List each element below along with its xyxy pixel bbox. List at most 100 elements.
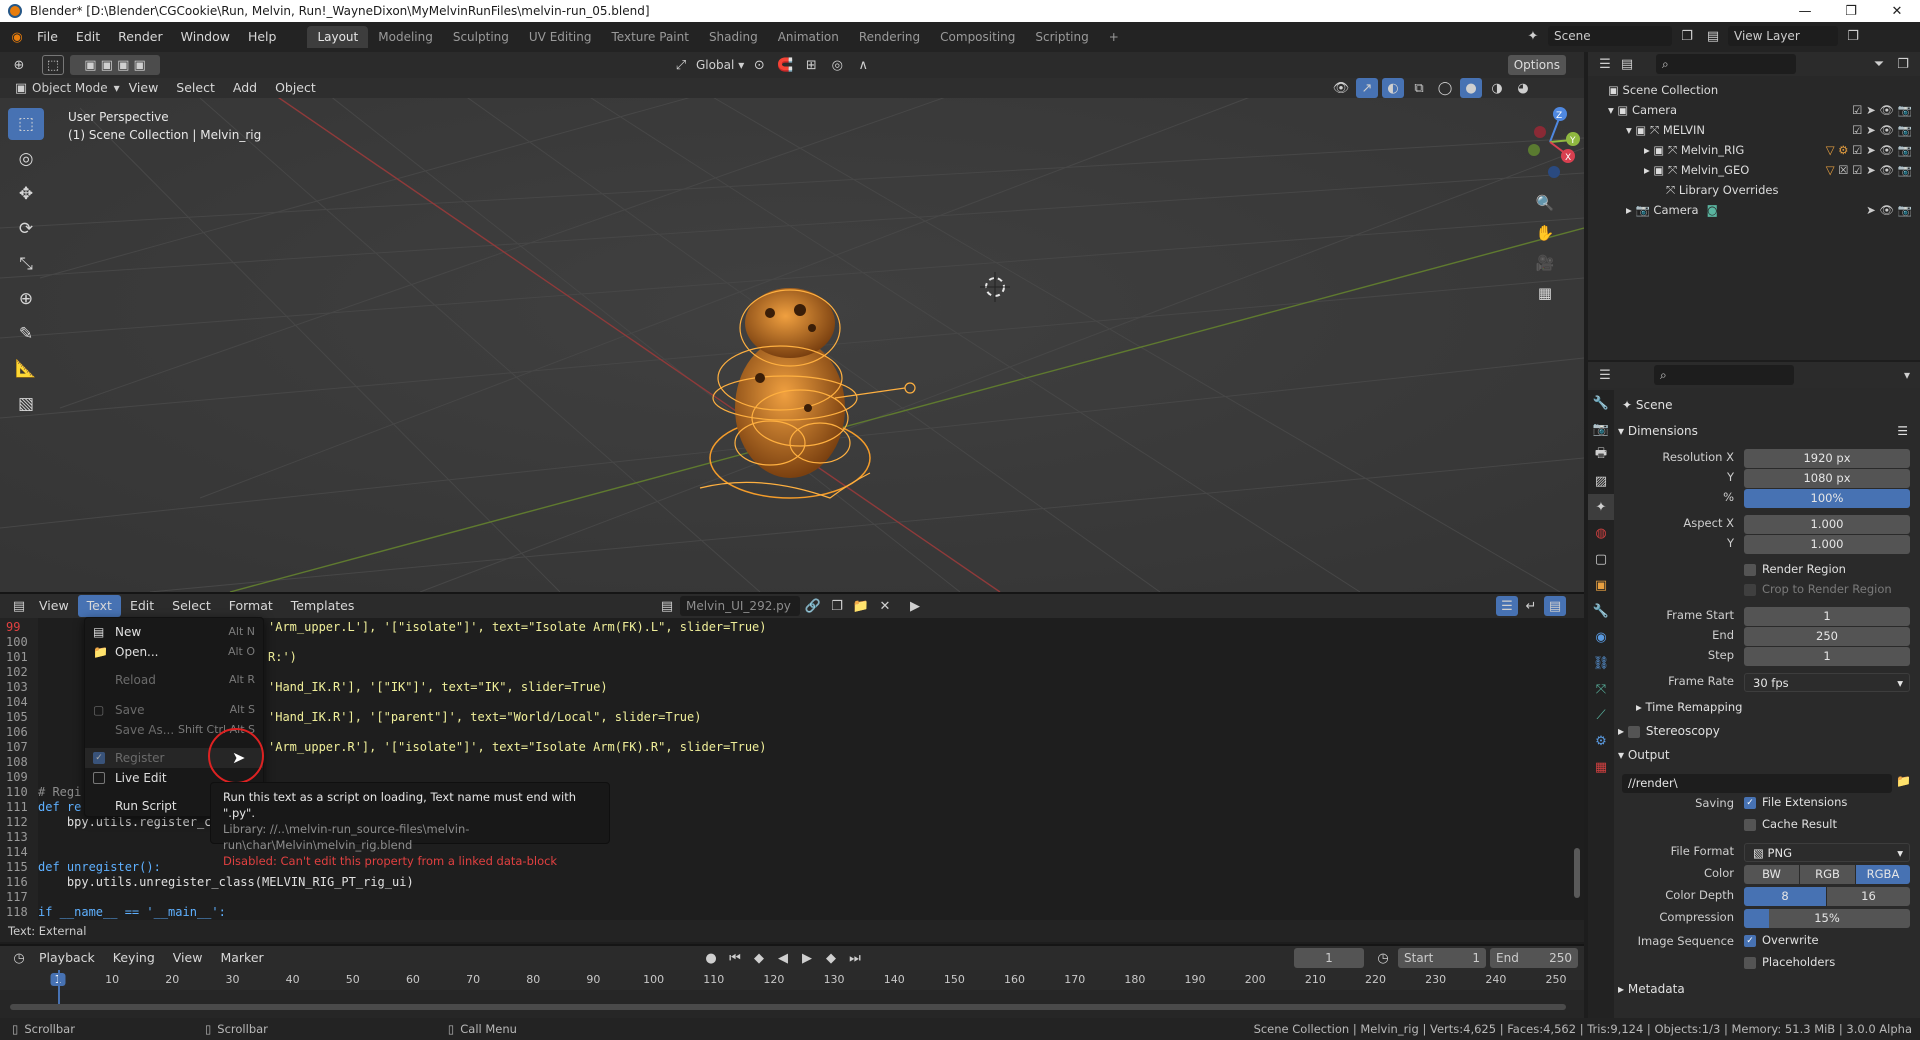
measure-tool-icon[interactable]: 📐 bbox=[8, 353, 44, 385]
properties-editor-icon[interactable]: ☰ bbox=[1594, 365, 1616, 385]
modifier-tab-icon[interactable]: 🔧 bbox=[1588, 598, 1614, 624]
select-box-icon[interactable]: ⬚ bbox=[42, 55, 64, 75]
menu-help[interactable]: Help bbox=[239, 26, 286, 48]
snap-icon[interactable]: 🧲 bbox=[774, 55, 796, 75]
timeline-editor-icon[interactable]: ◷ bbox=[8, 948, 30, 968]
aspect-y-field[interactable]: 1.000 bbox=[1744, 535, 1910, 554]
collection-tab-icon[interactable]: ▢ bbox=[1588, 546, 1614, 572]
pivot-icon[interactable]: ⊙ bbox=[748, 55, 770, 75]
outliner[interactable]: ☰ ▤ ⌕ ⏷ ❐ ▣ Scene Collection ▾ ▣ Camera ☑… bbox=[1588, 52, 1920, 360]
presets-icon[interactable]: ☰ bbox=[1897, 424, 1908, 438]
new-scene-icon[interactable]: ❐ bbox=[1676, 26, 1698, 46]
chevron-down-icon[interactable]: ▾ bbox=[1904, 368, 1910, 382]
tab-texture-paint[interactable]: Texture Paint bbox=[602, 26, 699, 48]
tab-modeling[interactable]: Modeling bbox=[368, 26, 443, 48]
playhead[interactable] bbox=[58, 970, 60, 1006]
scene-icon[interactable]: ✦ bbox=[1522, 26, 1544, 46]
play-icon[interactable]: ▶ bbox=[796, 948, 818, 968]
depth-16-button[interactable]: 16 bbox=[1827, 887, 1910, 906]
folder-icon[interactable]: 📁 bbox=[1896, 774, 1911, 788]
menu-item-open[interactable]: 📁 Open... Alt O bbox=[85, 642, 263, 662]
outliner-row-scene-collection[interactable]: ▣ Scene Collection bbox=[1588, 80, 1920, 100]
view-layer-tab-icon[interactable]: ▨ bbox=[1588, 468, 1614, 494]
output-path-field[interactable]: //render\ bbox=[1622, 774, 1892, 793]
editor-type-icon[interactable]: ⊕ bbox=[8, 55, 30, 75]
crop-region-checkbox[interactable]: Crop to Render Region bbox=[1744, 582, 1892, 596]
row-toggles-icon[interactable]: ▽ ⚙ ☑ ➤ 👁 📷 bbox=[1826, 140, 1912, 160]
overlay-toggle-icon[interactable]: ◐ bbox=[1382, 78, 1404, 98]
code-line[interactable]: 'Hand_IK.R'], '["parent"]', text="World/… bbox=[268, 710, 701, 724]
outliner-row-melvin-geo[interactable]: ▸ ▣ ⤧ Melvin_GEO ▽ ☒ ☑ ➤ 👁 📷 bbox=[1588, 160, 1920, 180]
new-view-layer-icon[interactable]: ❐ bbox=[1842, 26, 1864, 46]
word-wrap-toggle-icon[interactable]: ↵ bbox=[1520, 596, 1542, 616]
bone-constraint-tab-icon[interactable]: ⚙ bbox=[1588, 728, 1614, 754]
texture-tab-icon[interactable]: ▦ bbox=[1588, 754, 1614, 780]
row-toggles-icon[interactable]: ➤ 👁 📷 bbox=[1866, 200, 1912, 220]
outliner-row-melvin[interactable]: ▾ ▣ ⤧ MELVIN ☑ ➤ 👁 📷 bbox=[1588, 120, 1920, 140]
syntax-highlight-toggle-icon[interactable]: ▤ bbox=[1544, 596, 1566, 616]
timeline-menu-keying[interactable]: Keying bbox=[104, 947, 164, 969]
code-line[interactable]: R:') bbox=[268, 650, 297, 664]
minimize-button[interactable]: — bbox=[1782, 0, 1828, 22]
link-icon[interactable]: 🔗 bbox=[802, 596, 824, 616]
outliner-row-melvin-rig[interactable]: ▸ ▣ ⤧ Melvin_RIG ▽ ⚙ ☑ ➤ 👁 📷 bbox=[1588, 140, 1920, 160]
output-tab-icon[interactable]: 🖶 bbox=[1588, 442, 1614, 468]
clock-icon[interactable]: ◷ bbox=[1372, 948, 1394, 968]
text-menu-view[interactable]: View bbox=[30, 595, 78, 617]
options-button[interactable]: Options bbox=[1507, 55, 1566, 75]
gizmo-toggle-icon[interactable]: ↗ bbox=[1356, 78, 1378, 98]
aspect-x-field[interactable]: 1.000 bbox=[1744, 515, 1910, 534]
tab-layout[interactable]: Layout bbox=[307, 26, 369, 48]
prev-keyframe-icon[interactable]: ◆ bbox=[748, 948, 770, 968]
file-extensions-checkbox[interactable]: ✓ File Extensions bbox=[1744, 795, 1847, 809]
code-line[interactable]: bpy.utils.register_c bbox=[38, 815, 212, 829]
viewport-menu-object[interactable]: Object bbox=[266, 77, 325, 99]
cursor-tool-icon[interactable]: ◎ bbox=[8, 143, 44, 175]
code-line[interactable]: 'Hand_IK.R'], '["IK"]', text="IK", slide… bbox=[268, 680, 608, 694]
transform-tool-icon[interactable]: ⊕ bbox=[8, 283, 44, 315]
color-rgb-button[interactable]: RGB bbox=[1800, 865, 1855, 884]
jump-start-icon[interactable]: ⏮ bbox=[724, 948, 746, 968]
cache-result-checkbox[interactable]: Cache Result bbox=[1744, 817, 1837, 831]
view-layer-selector[interactable]: View Layer bbox=[1728, 26, 1838, 46]
color-bw-button[interactable]: BW bbox=[1744, 865, 1799, 884]
tab-scripting[interactable]: Scripting bbox=[1025, 26, 1098, 48]
text-menu-format[interactable]: Format bbox=[220, 595, 282, 617]
object-data-tab-icon[interactable]: ⤧ bbox=[1588, 676, 1614, 702]
frame-step-field[interactable]: 1 bbox=[1744, 647, 1910, 666]
code-line[interactable]: 'Arm_upper.L'], '["isolate"]', text="Iso… bbox=[268, 620, 767, 634]
transform-orientation[interactable]: Global bbox=[696, 58, 734, 72]
close-button[interactable]: ✕ bbox=[1874, 0, 1920, 22]
section-stereoscopy[interactable]: ▸ Stereoscopy bbox=[1618, 724, 1720, 738]
wireframe-shading-icon[interactable]: ◯ bbox=[1434, 78, 1456, 98]
object-tab-icon[interactable]: ▣ bbox=[1588, 572, 1614, 598]
text-menu-edit[interactable]: Edit bbox=[121, 595, 163, 617]
outliner-editor-icon[interactable]: ☰ bbox=[1594, 54, 1616, 74]
section-output[interactable]: ▾ Output bbox=[1618, 748, 1670, 762]
rendered-shading-icon[interactable]: ◕ bbox=[1512, 78, 1534, 98]
rotate-tool-icon[interactable]: ⟳ bbox=[8, 213, 44, 245]
play-reverse-icon[interactable]: ◀ bbox=[772, 948, 794, 968]
viewport-menu-add[interactable]: Add bbox=[224, 77, 266, 99]
selection-mode-icon[interactable]: ▣ ▣ ▣ ▣ bbox=[70, 55, 160, 75]
viewport-menu-view[interactable]: View bbox=[120, 77, 168, 99]
jump-end-icon[interactable]: ⏭ bbox=[844, 948, 866, 968]
overwrite-checkbox[interactable]: ✓ Overwrite bbox=[1744, 933, 1819, 947]
line-numbers-toggle-icon[interactable]: ☰ bbox=[1496, 596, 1518, 616]
timeline-menu-view[interactable]: View bbox=[164, 947, 212, 969]
record-icon[interactable]: ● bbox=[700, 948, 722, 968]
text-editor-type-icon[interactable]: ▤ bbox=[8, 596, 30, 616]
menu-render[interactable]: Render bbox=[109, 26, 172, 48]
row-toggles-icon[interactable]: ☑ ➤ 👁 📷 bbox=[1852, 100, 1912, 120]
frame-start-field[interactable]: 1 bbox=[1744, 607, 1910, 626]
add-workspace-button[interactable]: + bbox=[1099, 26, 1129, 48]
constraint-tab-icon[interactable]: ⛓ bbox=[1588, 650, 1614, 676]
maximize-button[interactable]: ❐ bbox=[1828, 0, 1874, 22]
menu-edit[interactable]: Edit bbox=[67, 26, 109, 48]
view-layer-icon[interactable]: ▤ bbox=[1702, 26, 1724, 46]
unlink-text-icon[interactable]: ✕ bbox=[874, 596, 896, 616]
code-line[interactable]: def unregister(): bbox=[38, 860, 161, 874]
outliner-row-camera-collection[interactable]: ▾ ▣ Camera ☑ ➤ 👁 📷 bbox=[1588, 100, 1920, 120]
menu-window[interactable]: Window bbox=[172, 26, 239, 48]
properties-search-input[interactable]: ⌕ bbox=[1654, 365, 1794, 385]
